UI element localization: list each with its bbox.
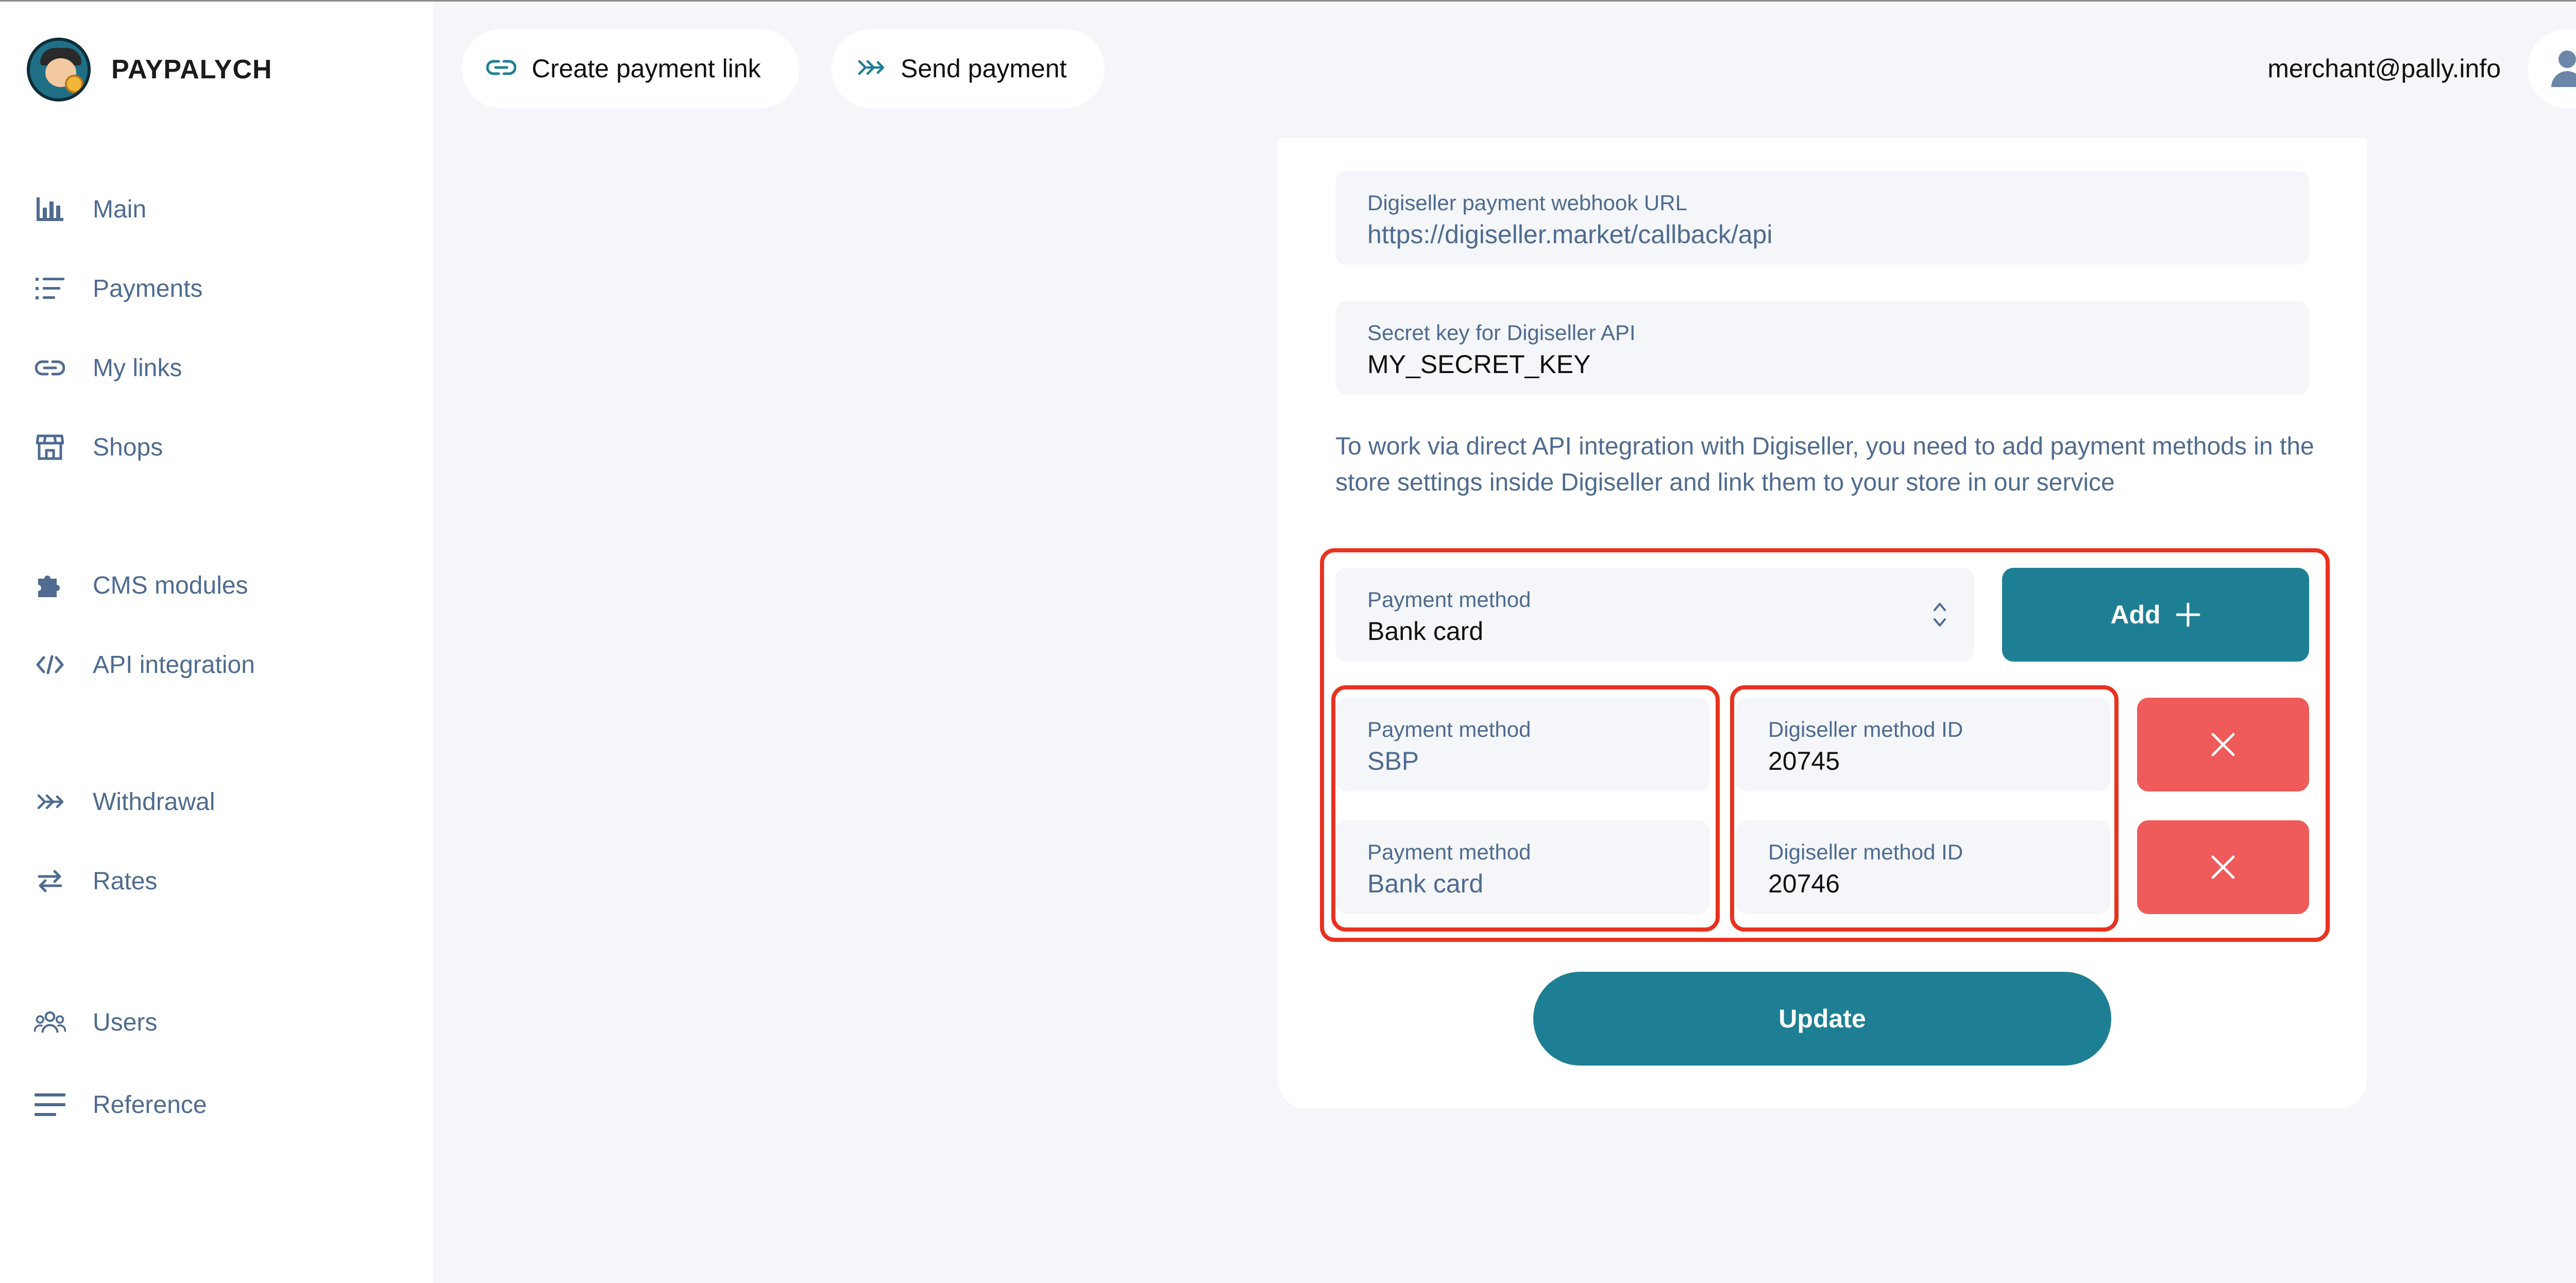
send-payment-label: Send payment	[901, 54, 1067, 83]
sidebar-item-label: My links	[93, 354, 182, 382]
link-icon	[34, 352, 66, 384]
sidebar-item-label: Reference	[93, 1091, 207, 1119]
brand-name: PAYPALYCH	[111, 55, 273, 85]
sidebar-item-label: CMS modules	[93, 571, 248, 599]
integration-info-text: To work via direct API integration with …	[1335, 433, 2314, 496]
update-button-label: Update	[1778, 1004, 1866, 1033]
code-icon	[34, 649, 66, 681]
puzzle-icon	[34, 569, 66, 601]
create-payment-link-button[interactable]: Create payment link	[462, 29, 799, 108]
double-arrow-icon	[856, 57, 885, 80]
sidebar-item-withdrawal[interactable]: Withdrawal	[34, 781, 215, 822]
create-payment-link-label: Create payment link	[532, 54, 761, 83]
highlight-method-column	[1331, 685, 1720, 932]
sidebar-item-payments[interactable]: Payments	[34, 268, 202, 309]
sidebar-item-label: Withdrawal	[93, 788, 215, 816]
sidebar-item-cms-modules[interactable]: CMS modules	[34, 565, 248, 606]
sidebar-item-my-links[interactable]: My links	[34, 347, 182, 389]
sidebar-item-api-integration[interactable]: API integration	[34, 644, 255, 685]
send-payment-button[interactable]: Send payment	[832, 29, 1105, 108]
menu-lines-icon	[34, 1089, 66, 1121]
sidebar-item-label: Shops	[93, 433, 163, 461]
webhook-url-label: Digiseller payment webhook URL	[1367, 191, 1687, 215]
logo-mascot-icon	[27, 38, 91, 102]
account-email[interactable]: merchant@pally.info	[2267, 54, 2501, 83]
webhook-url-field[interactable]: Digiseller payment webhook URL https://d…	[1335, 171, 2309, 265]
sidebar-item-label: API integration	[93, 651, 255, 679]
bar-chart-icon	[34, 193, 66, 225]
shop-icon	[34, 431, 66, 463]
secret-key-value: MY_SECRET_KEY	[1367, 350, 1591, 379]
sidebar-item-reference[interactable]: Reference	[34, 1084, 207, 1125]
brand-logo[interactable]: PAYPALYCH	[27, 38, 272, 102]
sidebar-item-label: Users	[93, 1008, 158, 1036]
highlight-id-column	[1730, 685, 2119, 932]
sidebar-item-users[interactable]: Users	[34, 1002, 157, 1043]
secret-key-label: Secret key for Digiseller API	[1367, 320, 1636, 345]
sidebar-item-label: Rates	[93, 867, 158, 895]
swap-icon	[34, 865, 66, 897]
users-icon	[34, 1006, 66, 1038]
sidebar: PAYPALYCH Main Payments My links Shops C…	[0, 2, 433, 1283]
sidebar-item-label: Payments	[93, 275, 203, 302]
sidebar-item-label: Main	[93, 195, 147, 223]
avatar[interactable]	[2528, 29, 2576, 108]
sidebar-item-shops[interactable]: Shops	[34, 427, 163, 468]
double-arrow-icon	[34, 786, 66, 818]
update-button[interactable]: Update	[1533, 972, 2111, 1066]
link-icon	[486, 59, 517, 79]
list-icon	[34, 273, 66, 305]
sidebar-item-main[interactable]: Main	[34, 189, 146, 230]
secret-key-field[interactable]: Secret key for Digiseller API MY_SECRET_…	[1335, 301, 2309, 395]
webhook-url-value: https://digiseller.market/callback/api	[1367, 220, 1773, 249]
user-icon	[2551, 50, 2576, 87]
sidebar-item-rates[interactable]: Rates	[34, 860, 157, 902]
